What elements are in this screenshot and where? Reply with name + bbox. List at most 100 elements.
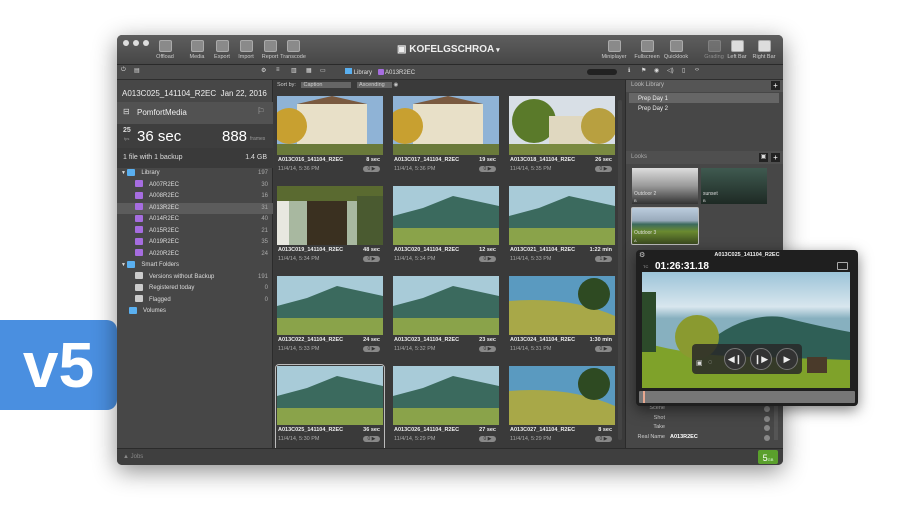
grid-view-icon[interactable]: ▦ [306,67,312,74]
loop-icon[interactable]: ◌ [708,359,712,366]
tree-item[interactable]: Volumes [117,306,273,318]
clip-thumbnail[interactable] [509,186,615,245]
look-library-item[interactable]: Prep Day 1 [638,94,668,104]
tree-item[interactable]: Registered today 0 [117,283,273,295]
tree-item[interactable]: Flagged 0 [117,295,273,307]
clip-play-pill[interactable]: 0 ▶ [479,436,496,442]
clip-cell[interactable]: A013C019_141104_R2EC 48 sec 11/4/14, 5:3… [277,186,383,270]
look-thumb[interactable]: Outdoor 2B [632,168,698,204]
offload-button[interactable]: Offload [148,40,182,60]
clip-thumbnail[interactable] [277,366,383,425]
tree-item[interactable]: ▼ Smart Folders [117,260,273,272]
clip-cell[interactable]: A013C027_141104_R2EC 8 sec 11/4/14, 5:29… [509,366,615,450]
clip-play-pill[interactable]: 0 ▶ [363,346,380,352]
clip-cell[interactable]: A013C016_141104_R2EC 8 sec 11/4/14, 5:36… [277,96,383,180]
metadata-lock-icon[interactable] [764,415,770,422]
clip-play-pill[interactable]: 0 ▶ [595,166,612,172]
clip-thumbnail[interactable] [393,96,499,155]
video-frame[interactable]: ▣ ◌ ◀❙ ❙▶ ▶ [642,272,850,388]
metadata-lock-icon[interactable] [764,425,770,431]
calendar-icon[interactable]: ▤ [134,67,140,74]
timeline-scrubber[interactable] [639,391,855,403]
clip-play-pill[interactable]: 0 ▶ [479,256,496,262]
quicklook-button[interactable]: Quicklook [659,40,693,60]
info-icon[interactable]: ℹ [628,67,630,74]
clip-thumbnail[interactable] [277,186,383,245]
audio-icon[interactable]: ◁) [667,67,674,74]
power-icon[interactable]: ⏻ [121,67,126,74]
clip-play-pill[interactable]: 0 ▶ [363,436,380,442]
flag-icon[interactable]: ⚐ [257,106,265,117]
tree-item[interactable]: ▼ Library 197 [117,168,273,180]
color-icon[interactable]: ◉ [654,67,659,74]
playhead[interactable] [643,391,645,403]
play-button[interactable]: ▶ [776,348,798,370]
clip-cell[interactable]: A013C021_141104_R2EC 1:22 min 11/4/14, 5… [509,186,615,270]
miniplayer-button[interactable]: Miniplayer [597,40,631,60]
clip-play-pill[interactable]: 0 ▶ [363,256,380,262]
clip-thumbnail[interactable] [393,186,499,245]
grid-scrollbar[interactable] [618,100,622,440]
clip-play-pill[interactable]: 0 ▶ [363,166,380,172]
tree-item[interactable]: A008R2EC 16 [117,191,273,203]
clip-thumbnail[interactable] [277,96,383,155]
metadata-lock-icon[interactable] [764,434,770,441]
clip-cell[interactable]: A013C017_141104_R2EC 19 sec 11/4/14, 5:3… [393,96,499,180]
clip-cell[interactable]: A013C026_141104_R2EC 27 sec 11/4/14, 5:2… [393,366,499,450]
clipboard-icon[interactable]: ▯ [682,67,685,74]
clip-thumbnail[interactable] [509,276,615,335]
clip-thumbnail[interactable] [509,96,615,155]
transcode-button[interactable]: Transcode [276,40,310,60]
look-library-item[interactable]: Prep Day 2 [638,104,668,114]
list-view-icon[interactable]: ≡ [276,67,280,73]
clip-cell[interactable]: A013C023_141104_R2EC 23 sec 11/4/14, 5:3… [393,276,499,360]
tree-item[interactable]: A019R2EC 35 [117,237,273,249]
close-window-button[interactable] [123,40,129,46]
storage-status-badge[interactable]: 5GB [758,450,778,464]
clip-cell[interactable]: A013C024_141104_R2EC 1:30 min 11/4/14, 5… [509,276,615,360]
tree-item[interactable]: A015R2EC 21 [117,226,273,238]
jobs-button[interactable]: ▲ Jobs [123,454,143,460]
clip-play-pill[interactable]: 1 ▶ [595,256,612,262]
column-view-icon[interactable]: ▥ [291,67,297,74]
look-thumb-selected[interactable]: Outdoor 3 A [631,207,699,245]
clip-play-pill[interactable]: 0 ▶ [479,346,496,352]
project-selector[interactable]: ▣ KOFELGSCHROA ▾ [397,44,500,55]
flag-icon[interactable]: ⚑ [641,67,646,74]
clip-thumbnail[interactable] [393,276,499,335]
clip-thumbnail[interactable] [277,276,383,335]
clip-thumbnail[interactable] [509,366,615,425]
add-look-button[interactable]: + [771,153,780,162]
breadcrumb-library[interactable]: Library [354,70,372,76]
folder-button[interactable]: ▣ [759,153,768,162]
right-bar-button[interactable]: Right Bar [747,40,781,60]
zoom-slider[interactable] [587,69,617,75]
tree-item[interactable]: A020R2EC 24 [117,249,273,261]
step-forward-button[interactable]: ❙▶ [750,348,772,370]
metadata-lock-icon[interactable] [764,406,770,412]
clip-cell[interactable]: A013C025_141104_R2EC 36 sec 11/4/14, 5:3… [275,364,385,452]
minimize-window-button[interactable] [133,40,139,46]
clip-cell[interactable]: A013C022_141104_R2EC 24 sec 11/4/14, 5:3… [277,276,383,360]
add-look-library-button[interactable]: + [771,81,780,90]
clip-thumbnail[interactable] [393,366,499,425]
clip-play-pill[interactable]: 0 ▶ [479,166,496,172]
clip-cell[interactable]: A013C018_141104_R2EC 26 sec 11/4/14, 5:3… [509,96,615,180]
reset-icon[interactable]: ◉ [394,82,399,88]
tree-item[interactable]: A013R2EC 31 [117,202,273,214]
clip-cell[interactable]: A013C020_141104_R2EC 12 sec 11/4/14, 5:3… [393,186,499,270]
tree-item[interactable]: A014R2EC 40 [117,214,273,226]
tree-item[interactable]: Versions without Backup 191 [117,272,273,284]
look-thumb[interactable]: sunset B [701,168,767,204]
breadcrumb-folder[interactable]: A013R2EC [385,70,415,76]
code-icon[interactable]: ‹› [695,67,699,73]
tree-item[interactable]: A007R2EC 30 [117,180,273,192]
clip-play-pill[interactable]: 0 ▶ [595,436,612,442]
overlay-toggle-icon[interactable] [837,262,848,270]
clip-play-pill[interactable]: 0 ▶ [595,346,612,352]
gear-icon[interactable]: ⚙ [261,67,266,74]
camera-icon[interactable]: ▣ [696,359,703,367]
sort-order-select[interactable]: Ascending [357,82,393,88]
step-back-button[interactable]: ◀❙ [724,348,746,370]
sort-field-select[interactable]: Caption [301,82,352,88]
